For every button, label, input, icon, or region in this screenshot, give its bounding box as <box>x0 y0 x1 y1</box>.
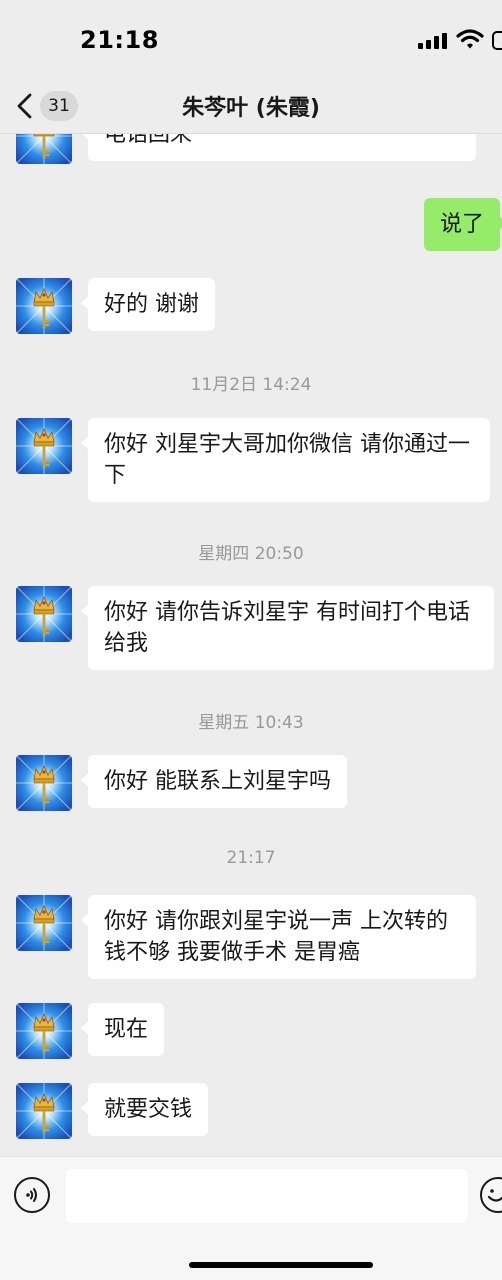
contact-avatar[interactable] <box>16 278 72 334</box>
cellular-signal-icon <box>418 33 447 49</box>
message-bubble-received[interactable]: 你好 刘星宇大哥加你微信 请你通过一下 <box>81 418 490 502</box>
contact-avatar[interactable] <box>16 586 72 642</box>
message-bubble-received[interactable]: 好的 谢谢 <box>81 278 215 331</box>
message-timestamp: 星期五 10:43 <box>198 713 304 733</box>
message-timestamp: 11月2日 14:24 <box>190 375 312 395</box>
contact-avatar[interactable] <box>16 1003 72 1059</box>
crown-key-avatar-icon <box>16 134 72 164</box>
emoji-button[interactable] <box>480 1177 502 1213</box>
message-list[interactable]: 电话回来 说了 好的 谢谢 11月2日 14:24 你好 刘星宇大哥加你微信 请… <box>0 134 502 1156</box>
message-timestamp: 21:17 <box>226 848 276 868</box>
chat-screen: 21:18 31 朱芩叶 (朱霞) 电话回来 说了 好的 谢谢 11月2日 14… <box>0 0 502 1280</box>
emoji-icon <box>487 1188 502 1202</box>
message-bubble-received[interactable]: 你好 能联系上刘星宇吗 <box>81 755 347 808</box>
voice-button[interactable] <box>14 1177 50 1213</box>
voice-icon <box>26 1188 37 1202</box>
message-timestamp: 星期四 20:50 <box>198 544 304 564</box>
crown-key-avatar-icon <box>16 1003 72 1059</box>
contact-avatar[interactable] <box>16 1083 72 1139</box>
contact-avatar[interactable] <box>16 418 72 474</box>
crown-key-avatar-icon <box>16 418 72 474</box>
contact-avatar[interactable] <box>16 895 72 951</box>
home-indicator[interactable] <box>189 1262 373 1268</box>
crown-key-avatar-icon <box>16 586 72 642</box>
message-bubble-sent[interactable]: 说了 <box>423 198 502 251</box>
message-bubble-received[interactable]: 你好 请你告诉刘星宇 有时间打个电话给我 <box>81 586 494 670</box>
status-time: 21:18 <box>80 26 159 54</box>
message-bubble-received[interactable]: 电话回来 <box>81 134 476 161</box>
message-bubble-received[interactable]: 现在 <box>80 1003 165 1056</box>
chat-title: 朱芩叶 (朱霞) <box>182 96 320 121</box>
battery-icon <box>492 31 502 50</box>
crown-key-avatar-icon <box>16 895 72 951</box>
wifi-icon <box>456 29 484 49</box>
message-input[interactable] <box>66 1169 468 1223</box>
message-bubble-received[interactable]: 你好 请你跟刘星宇说一声 上次转的钱不够 我要做手术 是胃癌 <box>81 895 476 979</box>
message-bubble-received[interactable]: 就要交钱 <box>80 1083 209 1136</box>
status-bar: 21:18 <box>0 0 502 78</box>
nav-bar: 31 朱芩叶 (朱霞) <box>0 78 502 134</box>
contact-avatar[interactable] <box>16 755 72 811</box>
crown-key-avatar-icon <box>16 278 72 334</box>
contact-avatar[interactable] <box>16 134 72 164</box>
crown-key-avatar-icon <box>16 1083 72 1139</box>
crown-key-avatar-icon <box>16 755 72 811</box>
